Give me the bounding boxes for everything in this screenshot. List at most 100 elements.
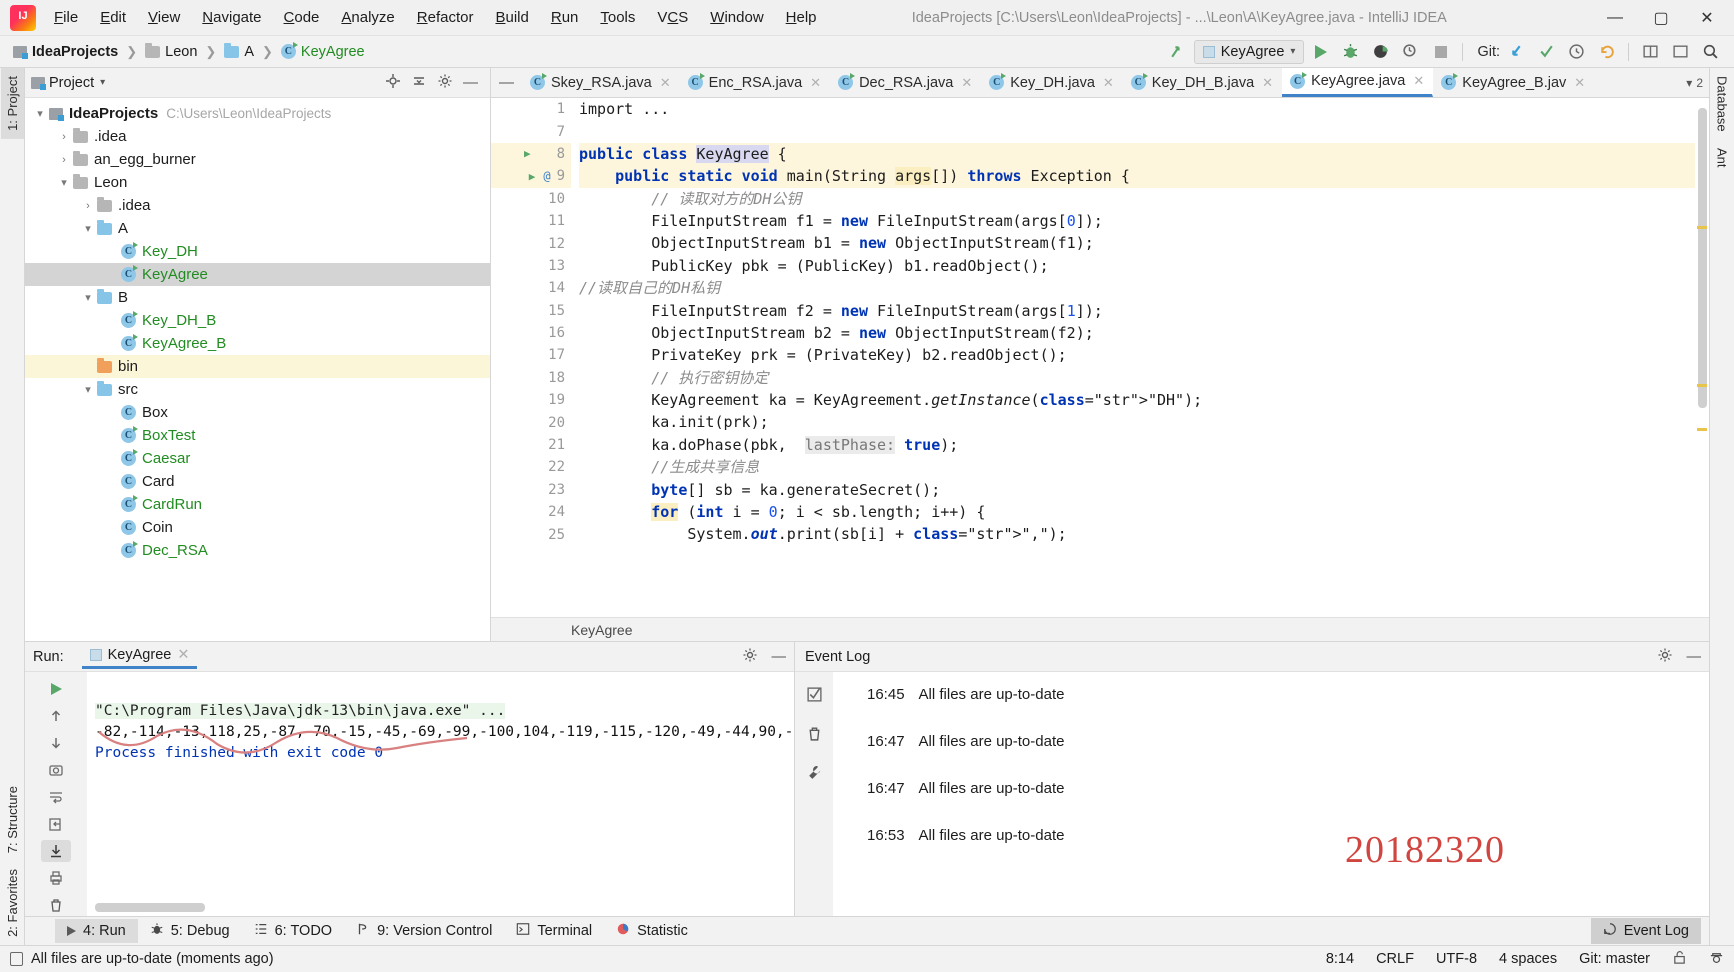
settings-gear-icon[interactable] [1667,39,1694,65]
indent-setting[interactable]: 4 spaces [1499,951,1557,967]
hide-editor-icon[interactable]: — [491,68,522,97]
code-line-24[interactable]: for (int i = 0; i < sb.length; i++) { [579,501,1709,523]
override-icon[interactable]: @ [543,169,550,183]
debug-button[interactable] [1337,39,1364,65]
code-line-1[interactable]: import ... [579,98,1709,120]
code-line-7[interactable] [579,120,1709,142]
close-icon[interactable]: ✕ [810,75,821,91]
run-gutter-icon[interactable]: ▶ [524,147,531,160]
project-tree[interactable]: ▾ IdeaProjects C:\Users\Leon\IdeaProjects ›… [25,98,490,641]
breadcrumb-keyagree[interactable]: C KeyAgree [276,42,370,62]
commit-icon[interactable] [1533,39,1560,65]
tree-expand-arrow[interactable]: › [79,200,97,212]
tree-item-b[interactable]: ▾ B [25,286,490,309]
sidebar-item-structure[interactable]: 7: Structure [1,778,24,861]
editor-code[interactable]: import ... public class KeyAgree { publi… [571,98,1709,617]
toolwindow-debug[interactable]: 5: Debug [138,918,242,944]
tree-item-box[interactable]: C Box [25,401,490,424]
code-line-19[interactable]: KeyAgreement ka = KeyAgreement.getInstan… [579,389,1709,411]
hector-icon[interactable] [1709,950,1724,969]
toolwindow-event-log[interactable]: Event Log [1590,918,1701,944]
run-gutter-icon[interactable]: ▶ [529,170,536,183]
gutter-line-19[interactable]: 19 [491,389,571,411]
code-line-18[interactable]: // 执行密钥协定 [579,367,1709,389]
code-line-11[interactable]: FileInputStream f1 = new FileInputStream… [579,210,1709,232]
editor-tab-key_dh_bjava[interactable]: C Key_DH_B.java ✕ [1123,68,1282,97]
scroll-to-end-button[interactable] [41,840,71,862]
tree-item-key_dh[interactable]: C Key_DH [25,240,490,263]
gutter-line-8[interactable]: ▶ 8 [491,142,571,166]
editor-tabs-overflow[interactable]: ▾ 2 [1680,68,1709,97]
close-icon[interactable]: ✕ [1413,73,1424,89]
close-icon[interactable]: ✕ [961,75,972,91]
code-line-22[interactable]: //生成共享信息 [579,456,1709,478]
clear-all-icon[interactable] [806,725,823,746]
git-branch[interactable]: Git: master [1579,951,1650,967]
tree-item-ideaprojects[interactable]: ▾ IdeaProjects C:\Users\Leon\IdeaProjects [25,102,490,125]
tree-item-boxtest[interactable]: C BoxTest [25,424,490,447]
editor-tab-enc_rsajava[interactable]: C Enc_RSA.java ✕ [680,68,830,97]
code-line-21[interactable]: ka.doPhase(pbk, lastPhase: true); [579,434,1709,456]
gutter-line-13[interactable]: 13 [491,255,571,277]
editor-tab-keyagree_bjav[interactable]: C KeyAgree_B.jav ✕ [1433,68,1594,97]
warning-marker[interactable] [1697,384,1707,387]
menu-build[interactable]: Build [485,5,538,30]
code-line-8[interactable]: public class KeyAgree { [579,142,1709,166]
hide-panel-icon[interactable]: — [463,74,478,91]
gutter-line-22[interactable]: 22 [491,456,571,478]
maximize-button[interactable]: ▢ [1638,1,1684,35]
gutter-line-14[interactable]: 14 [491,277,571,299]
close-icon[interactable]: ✕ [1574,75,1585,91]
console-output[interactable]: "C:\Program Files\Java\jdk-13\bin\java.e… [87,672,794,916]
menu-edit[interactable]: Edit [90,5,136,30]
menu-tools[interactable]: Tools [590,5,645,30]
revert-icon[interactable] [1593,39,1620,65]
editor-tab-keyagreejava[interactable]: C KeyAgree.java ✕ [1282,68,1434,97]
run-configuration-selector[interactable]: KeyAgree ▾ [1193,39,1305,64]
gutter-line-1[interactable]: 1 [491,98,571,120]
tree-item-cardrun[interactable]: C CardRun [25,493,490,516]
tree-item-an_egg_burner[interactable]: › an_egg_burner [25,148,490,171]
event-log-entry[interactable]: 16:47 All files are up-to-date [867,733,1709,780]
gutter-line-12[interactable]: 12 [491,232,571,254]
minimize-button[interactable]: — [1592,1,1638,35]
event-log-list[interactable]: 16:45 All files are up-to-date 16:47 All fi… [833,672,1709,916]
print-screenshot-icon[interactable] [41,759,71,781]
toolwindow-run[interactable]: 4: Run [55,919,138,943]
tree-item-a[interactable]: ▾ A [25,217,490,240]
tree-item-leon[interactable]: ▾ Leon [25,171,490,194]
menu-navigate[interactable]: Navigate [192,5,271,30]
event-log-entry[interactable]: 16:47 All files are up-to-date [867,780,1709,827]
file-encoding[interactable]: UTF-8 [1436,951,1477,967]
code-line-17[interactable]: PrivateKey prk = (PrivateKey) b2.readObj… [579,344,1709,366]
gutter-line-7[interactable]: 7 [491,120,571,142]
run-button[interactable] [1307,39,1334,65]
close-button[interactable]: ✕ [1684,1,1730,35]
tree-item-bin[interactable]: bin [25,355,490,378]
editor-scrollbar[interactable] [1695,98,1709,617]
gutter-line-9[interactable]: ▶ @9 [491,165,571,188]
sidebar-item-ant[interactable]: Ant [1711,140,1734,176]
locate-icon[interactable] [385,73,401,93]
close-icon[interactable]: ✕ [177,647,189,663]
gutter-line-17[interactable]: 17 [491,344,571,366]
menu-run[interactable]: Run [541,5,589,30]
tree-item-src[interactable]: ▾ src [25,378,490,401]
code-editor[interactable]: 1 7 ▶ 8 ▶ @9 10 11 12 13 14 15 16 17 18 19 20 21 22 23 24 25 … [491,98,1709,617]
tree-expand-arrow[interactable]: ▾ [79,291,97,304]
print-icon[interactable] [41,867,71,889]
tree-item-key_dh_b[interactable]: C Key_DH_B [25,309,490,332]
collapse-all-icon[interactable] [411,73,427,93]
close-icon[interactable]: ✕ [1262,75,1273,91]
soft-wrap-icon[interactable] [41,786,71,808]
tree-item-idea[interactable]: › .idea [25,125,490,148]
code-line-23[interactable]: byte[] sb = ka.generateSecret(); [579,479,1709,501]
tree-item-idea[interactable]: › .idea [25,194,490,217]
tree-item-keyagree_b[interactable]: C KeyAgree_B [25,332,490,355]
gutter-line-20[interactable]: 20 [491,411,571,433]
editor-tab-skey_rsajava[interactable]: C Skey_RSA.java ✕ [522,68,680,97]
gutter-line-25[interactable]: 25 [491,523,571,545]
rerun-button[interactable] [41,678,71,700]
tree-expand-arrow[interactable]: ▾ [79,222,97,235]
warning-marker[interactable] [1697,226,1707,229]
